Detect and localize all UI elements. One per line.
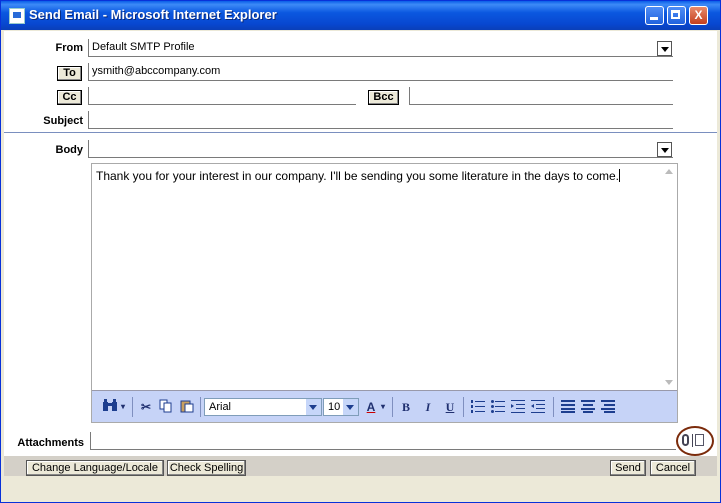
cancel-button[interactable]: Cancel (650, 460, 696, 476)
cc-button[interactable]: Cc (57, 90, 82, 105)
subject-field[interactable] (88, 111, 673, 129)
maximize-icon (671, 10, 680, 19)
scroll-up-icon[interactable] (663, 166, 675, 178)
maximize-button[interactable] (667, 6, 686, 25)
title-bar[interactable]: Send Email - Microsoft Internet Explorer… (1, 1, 720, 30)
toolbar-separator (200, 397, 201, 417)
font-family-value: Arial (209, 401, 232, 413)
body-dropdown-arrow-icon[interactable] (657, 142, 672, 157)
minimize-icon (650, 17, 658, 20)
toolbar-separator (553, 397, 554, 417)
send-button[interactable]: Send (610, 460, 646, 476)
body-label: Body (55, 144, 84, 156)
editor-text-area[interactable]: Thank you for your interest in our compa… (96, 168, 646, 184)
text-caret (619, 169, 621, 182)
toolbar-separator (132, 397, 133, 417)
email-form: From Default SMTP Profile To ysmith@abcc… (4, 31, 717, 456)
editor-scrollbar[interactable] (661, 164, 677, 391)
send-email-window: Send Email - Microsoft Internet Explorer… (0, 0, 721, 503)
align-right-icon[interactable] (599, 399, 617, 415)
italic-button[interactable]: I (420, 399, 436, 415)
change-language-button[interactable]: Change Language/Locale (26, 460, 164, 476)
outdent-icon[interactable] (529, 399, 547, 415)
scissors-icon[interactable]: ✂ (137, 399, 155, 415)
minimize-button[interactable] (645, 6, 664, 25)
find-menu-arrow-icon[interactable]: ▾ (119, 399, 127, 415)
document-icon[interactable] (695, 434, 704, 446)
ie-page-icon (9, 8, 25, 24)
header-divider (4, 132, 717, 133)
unordered-list-icon[interactable] (489, 399, 507, 415)
formatting-toolbar: ▾ ✂ Arial 10 A ▾ B I U (92, 390, 677, 422)
attachments-field[interactable] (90, 432, 676, 450)
from-select[interactable]: Default SMTP Profile (88, 39, 673, 57)
font-color-menu-arrow-icon[interactable]: ▾ (379, 399, 387, 415)
to-field-value: ysmith@abccompany.com (92, 65, 221, 77)
from-dropdown-arrow-icon[interactable] (657, 41, 672, 56)
to-field[interactable]: ysmith@abccompany.com (88, 63, 673, 81)
paperclip-icon[interactable] (682, 434, 689, 446)
font-size-select[interactable]: 10 (323, 398, 359, 416)
from-label: From (55, 42, 84, 54)
underline-button[interactable]: U (442, 399, 458, 415)
copy-icon[interactable] (157, 399, 175, 415)
to-button[interactable]: To (57, 66, 82, 81)
font-size-value: 10 (328, 401, 341, 413)
bold-button[interactable]: B (398, 399, 414, 415)
close-button[interactable]: X (689, 6, 708, 25)
align-left-icon[interactable] (559, 399, 577, 415)
close-icon: X (694, 8, 703, 22)
attachments-label: Attachments (17, 437, 84, 449)
message-editor[interactable]: Thank you for your interest in our compa… (91, 163, 678, 423)
editor-body-text: Thank you for your interest in our compa… (96, 169, 620, 183)
indent-icon[interactable] (509, 399, 527, 415)
toolbar-separator (463, 397, 464, 417)
body-template-select[interactable] (88, 140, 673, 158)
font-size-dropdown-icon[interactable] (343, 399, 358, 415)
check-spelling-button[interactable]: Check Spelling (167, 460, 246, 476)
ordered-list-icon[interactable] (469, 399, 487, 415)
font-family-select[interactable]: Arial (204, 398, 322, 416)
subject-label: Subject (43, 115, 83, 127)
paste-icon[interactable] (178, 399, 196, 415)
window-title: Send Email - Microsoft Internet Explorer (29, 7, 277, 22)
bcc-button[interactable]: Bcc (368, 90, 399, 105)
toolbar-separator (392, 397, 393, 417)
attachment-divider (692, 434, 693, 447)
binoculars-icon[interactable] (100, 399, 120, 415)
from-select-value: Default SMTP Profile (92, 41, 195, 53)
font-color-icon[interactable]: A (364, 399, 378, 415)
bcc-field[interactable] (409, 87, 673, 105)
cc-field[interactable] (88, 87, 356, 105)
button-bar: Change Language/Locale Check Spelling Se… (4, 456, 717, 476)
font-family-dropdown-icon[interactable] (306, 399, 321, 415)
scroll-down-icon[interactable] (663, 377, 675, 389)
align-center-icon[interactable] (579, 399, 597, 415)
